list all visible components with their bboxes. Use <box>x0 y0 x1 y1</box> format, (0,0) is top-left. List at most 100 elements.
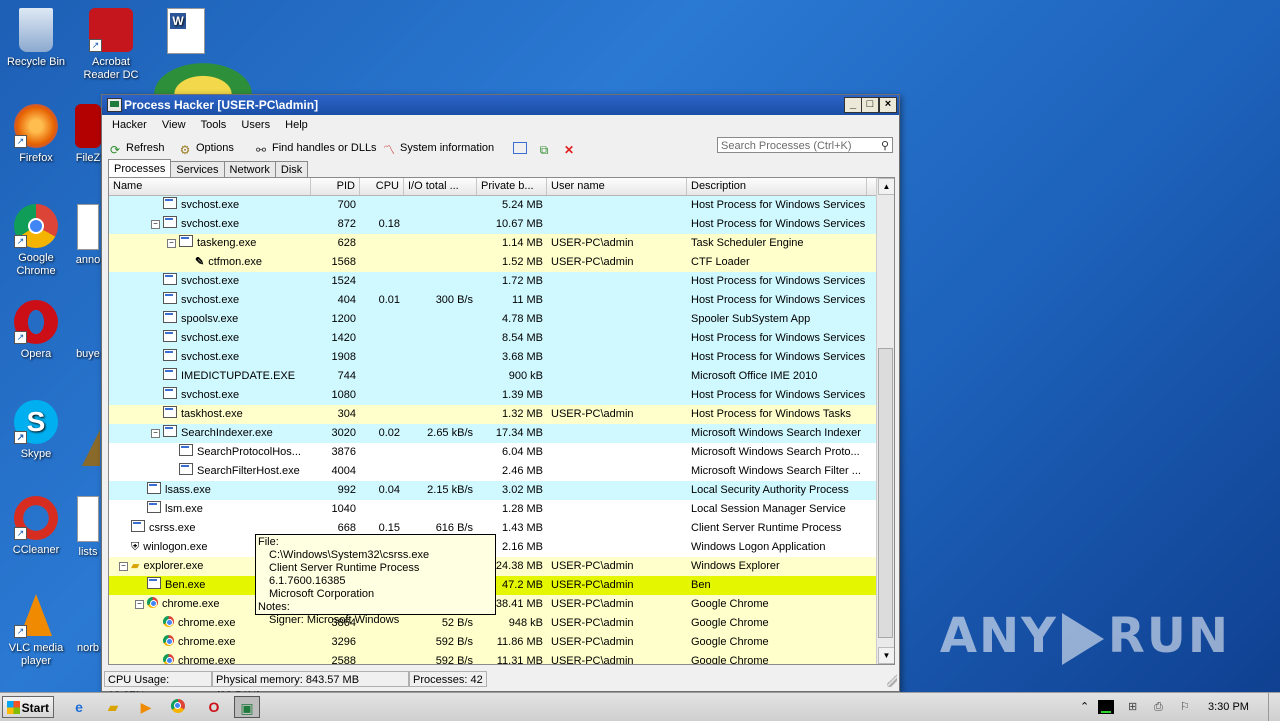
table-row[interactable]: − taskeng.exe 628 1.14 MB USER-PC\admin Task … <box>109 234 877 253</box>
table-row[interactable]: chrome.exe 3296 592 B/s 11.86 MB USER-PC\adm… <box>109 633 877 652</box>
table-row[interactable]: svchost.exe 1080 1.39 MB Host Process for W… <box>109 386 877 405</box>
window-toggle-button[interactable] <box>513 139 531 157</box>
tray-keyboard-icon[interactable]: ⊞ <box>1128 693 1137 721</box>
column-pid[interactable]: PID <box>311 178 360 195</box>
system-information-button[interactable]: 〽 System information <box>382 139 494 157</box>
show-desktop-button[interactable] <box>1268 693 1279 721</box>
desktop-icon-lists[interactable]: lists <box>75 496 101 559</box>
table-row[interactable]: svchost.exe 1908 3.68 MB Host Process for W… <box>109 348 877 367</box>
desktop-icon-opera[interactable]: ↗ Opera <box>0 300 72 361</box>
cell-description: Google Chrome <box>691 636 769 648</box>
column-user-name[interactable]: User name <box>547 178 687 195</box>
taskbar-opera[interactable]: O <box>201 696 227 718</box>
maximize-button[interactable]: □ <box>861 97 879 113</box>
close-button[interactable]: × <box>879 97 897 113</box>
desktop-icon-skype[interactable]: S ↗ Skype <box>0 400 72 461</box>
vertical-scrollbar[interactable]: ▲ ▼ <box>876 178 894 664</box>
taskbar-media-player[interactable]: ▶ <box>133 696 159 718</box>
taskbar-ie[interactable]: e <box>66 696 92 718</box>
scroll-up-button[interactable]: ▲ <box>878 178 894 195</box>
tab-network[interactable]: Network <box>223 161 276 178</box>
find-window-button[interactable]: ⧉ <box>537 139 555 157</box>
cell-cpu: 0.18 <box>378 218 400 230</box>
table-row[interactable]: − SearchIndexer.exe 3020 0.02 2.65 kB/s 17.34… <box>109 424 877 443</box>
cell-description: Host Process for Windows Services <box>691 389 866 401</box>
column-io[interactable]: I/O total ... <box>404 178 477 195</box>
table-row[interactable]: chrome.exe 3864 52 B/s 948 kB USER-PC\admin G… <box>109 614 877 633</box>
collapse-toggle-icon[interactable]: − <box>119 562 128 571</box>
collapse-toggle-icon[interactable]: − <box>151 220 160 229</box>
process-name: svchost.exe <box>181 389 240 401</box>
desktop-icon-chrome[interactable]: ↗ Google Chrome <box>0 204 72 278</box>
table-row[interactable]: svchost.exe 1524 1.72 MB Host Process for W… <box>109 272 877 291</box>
table-row[interactable]: chrome.exe 2588 592 B/s 11.31 MB USER-PC\adm… <box>109 652 877 664</box>
desktop-icon-vlc[interactable]: ↗ VLC media player <box>0 594 72 668</box>
column-description[interactable]: Description <box>687 178 867 195</box>
cell-pid: 304 <box>337 408 356 420</box>
scroll-thumb[interactable] <box>878 348 893 638</box>
table-row[interactable]: spoolsv.exe 1200 4.78 MB Spooler SubSystem … <box>109 310 877 329</box>
table-row[interactable]: svchost.exe 1420 8.54 MB Host Process for W… <box>109 329 877 348</box>
table-row[interactable]: lsass.exe 992 0.04 2.15 kB/s 3.02 MB Local Se… <box>109 481 877 500</box>
table-row[interactable]: IMEDICTUPDATE.EXE 744 900 kB Microsoft Offi… <box>109 367 877 386</box>
process-name: svchost.exe <box>181 218 240 230</box>
table-row[interactable]: svchost.exe 404 0.01 300 B/s 11 MB Host Proce… <box>109 291 877 310</box>
menu-tools[interactable]: Tools <box>195 119 233 131</box>
refresh-button[interactable]: ⟳ Refresh <box>108 139 165 157</box>
table-row[interactable]: − svchost.exe 872 0.18 10.67 MB Host Process … <box>109 215 877 234</box>
menu-users[interactable]: Users <box>235 119 276 131</box>
table-row[interactable]: svchost.exe 700 5.24 MB Host Process for Wi… <box>109 196 877 215</box>
column-name[interactable]: Name <box>109 178 311 195</box>
menu-help[interactable]: Help <box>279 119 314 131</box>
process-icon <box>179 463 193 475</box>
collapse-toggle-icon[interactable]: − <box>135 600 144 609</box>
cell-user-name <box>547 291 687 310</box>
taskbar-chrome[interactable] <box>167 696 193 718</box>
table-row[interactable]: taskhost.exe 304 1.32 MB USER-PC\admin Host … <box>109 405 877 424</box>
cell-description: Host Process for Windows Services <box>691 218 866 230</box>
scroll-down-button[interactable]: ▼ <box>878 647 894 664</box>
tab-services[interactable]: Services <box>170 161 225 178</box>
minimize-button[interactable]: _ <box>844 97 862 113</box>
tray-network-icon[interactable]: ⎙ <box>1154 693 1163 721</box>
table-row[interactable]: SearchProtocolHos... 3876 6.04 MB Microsoft… <box>109 443 877 462</box>
desktop-icon-filezilla[interactable]: FileZ <box>75 104 101 165</box>
taskbar-clock[interactable]: 3:30 PM <box>1208 693 1249 721</box>
taskbar-explorer[interactable]: ▰ <box>100 696 126 718</box>
desktop-icon-firefox[interactable]: ↗ Firefox <box>0 104 72 165</box>
cell-private-bytes: 1.32 MB <box>502 408 543 420</box>
column-private-bytes[interactable]: Private b... <box>477 178 547 195</box>
cell-private-bytes: 17.34 MB <box>495 427 543 439</box>
cell-cpu: 0.01 <box>378 294 400 306</box>
cell-cpu: 0.04 <box>378 484 400 496</box>
resize-grip[interactable] <box>887 671 897 687</box>
desktop-icon-acrobat[interactable]: ↗ Acrobat Reader DC <box>75 8 147 82</box>
desktop-icon-anno[interactable]: anno <box>75 204 101 267</box>
terminate-button[interactable]: ✕ <box>562 139 580 157</box>
desktop-icon-recycle-bin[interactable]: Recycle Bin <box>0 8 72 69</box>
menu-hacker[interactable]: Hacker <box>106 119 153 131</box>
desktop-icon-buye[interactable]: buye <box>75 300 101 361</box>
tray-flag-icon[interactable]: ⚐ <box>1180 693 1190 721</box>
search-processes-input[interactable]: Search Processes (Ctrl+K) ⚲ <box>717 137 893 153</box>
menu-view[interactable]: View <box>156 119 192 131</box>
table-row[interactable]: lsm.exe 1040 1.28 MB Local Session Manager … <box>109 500 877 519</box>
column-cpu[interactable]: CPU <box>360 178 404 195</box>
tray-expand-icon[interactable]: ⌃ <box>1080 693 1089 721</box>
options-button[interactable]: ⚙ Options <box>178 139 234 157</box>
desktop-icon-norb[interactable]: norb <box>75 594 101 655</box>
collapse-toggle-icon[interactable]: − <box>167 239 176 248</box>
status-cpu-usage: CPU Usage: 12.37% <box>104 671 212 702</box>
desktop-icon-word-doc[interactable]: W <box>150 8 222 58</box>
table-row[interactable]: ✎ ctfmon.exe 1568 1.52 MB USER-PC\admin CTF L… <box>109 253 877 272</box>
desktop-icon-ccleaner[interactable]: ↗ CCleaner <box>0 496 72 557</box>
find-handles-button[interactable]: ⚯ Find handles or DLLs <box>254 139 377 157</box>
table-row[interactable]: SearchFilterHost.exe 4004 2.46 MB Microsoft… <box>109 462 877 481</box>
tray-process-hacker-icon[interactable] <box>1098 700 1114 714</box>
tab-disk[interactable]: Disk <box>274 161 309 178</box>
tab-processes[interactable]: Processes <box>108 159 172 178</box>
taskbar-process-hacker[interactable]: ▣ <box>234 696 260 718</box>
title-bar[interactable]: Process Hacker [USER-PC\admin] _ □ × <box>102 95 899 115</box>
start-button[interactable]: Start <box>2 696 54 718</box>
collapse-toggle-icon[interactable]: − <box>151 429 160 438</box>
